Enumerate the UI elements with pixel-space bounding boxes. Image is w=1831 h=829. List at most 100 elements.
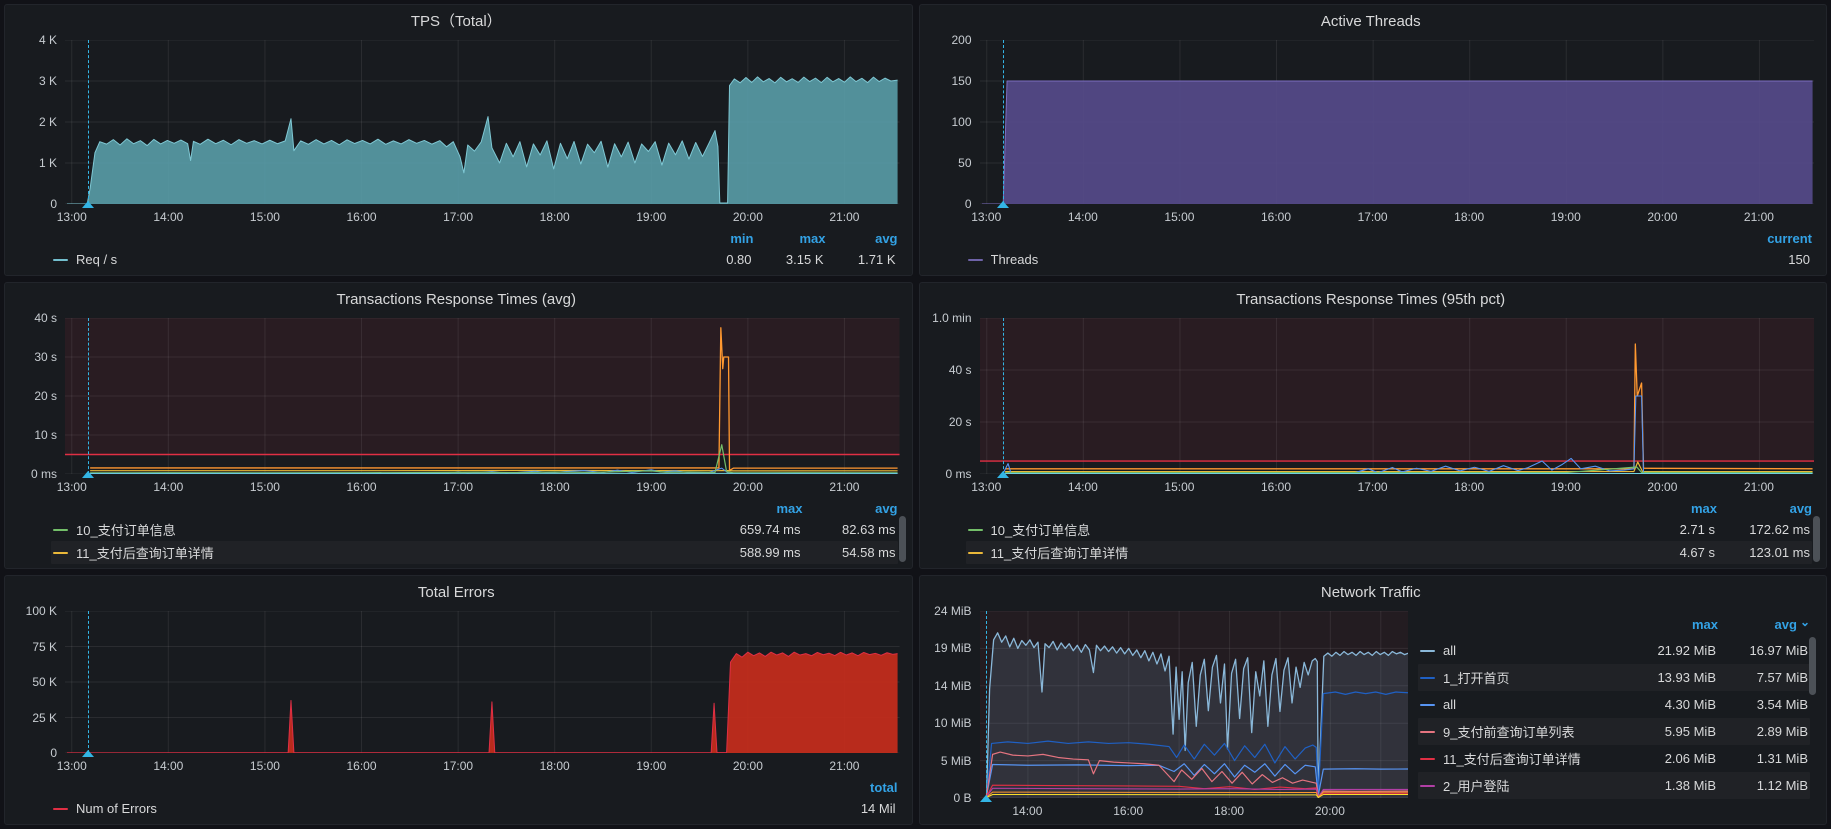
legend-series-label[interactable]: 10_支付订单信息 (76, 520, 176, 539)
x-axis: 13:0014:0015:0016:0017:0018:0019:0020:00… (65, 204, 900, 228)
chart-plot[interactable] (65, 611, 900, 753)
legend-column-title: avg (1775, 617, 1797, 632)
legend-series-label[interactable]: 11_支付后查询订单详情 (1443, 749, 1581, 768)
y-axis-label: 40 s (34, 311, 57, 325)
panel-rt-avg: Transactions Response Times (avg)0 ms10 … (4, 282, 913, 569)
series-color-dash (53, 552, 68, 554)
y-axis-label: 75 K (32, 640, 57, 654)
x-axis-label: 16:00 (347, 759, 377, 773)
x-axis-label: 21:00 (1744, 210, 1774, 224)
legend-series-label[interactable]: 11_支付后查询订单详情 (991, 543, 1129, 562)
chart-svg[interactable] (65, 40, 900, 204)
chart-plot[interactable] (980, 40, 1815, 204)
legend-column-header-total[interactable]: total (826, 780, 898, 795)
y-axis-label: 2 K (39, 115, 57, 129)
panel-content: 0 ms20 s40 s1.0 min13:0014:0015:0016:001… (928, 312, 1815, 566)
legend-row: all4.30 MiB3.54 MiB (1418, 691, 1810, 718)
chart-svg[interactable] (980, 40, 1815, 204)
chart-plot[interactable] (980, 611, 1409, 798)
legend-header: total (51, 777, 898, 797)
chart-svg[interactable] (65, 611, 900, 753)
chart-svg[interactable] (980, 611, 1409, 798)
legend: maxavg10_支付订单信息659.74 ms82.63 ms11_支付后查询… (13, 498, 900, 566)
chart-svg[interactable] (65, 318, 900, 474)
legend-column-title: avg (875, 231, 897, 246)
legend-series-label[interactable]: all (1443, 697, 1456, 712)
panel-content: 025 K50 K75 K100 K13:0014:0015:0016:0017… (13, 605, 900, 822)
panel-title[interactable]: Transactions Response Times (95th pct) (928, 288, 1815, 312)
y-axis: 050100150200 (928, 40, 980, 204)
legend-column-header-max[interactable]: max (754, 231, 826, 246)
legend-column-header-avg[interactable]: avg (803, 501, 898, 516)
legend-column-header-avg[interactable]: avg (1718, 617, 1810, 632)
x-axis: 13:0014:0015:0016:0017:0018:0019:0020:00… (65, 753, 900, 777)
legend-series-label[interactable]: 1_打开首页 (1443, 668, 1509, 687)
legend-column-header-max[interactable]: max (708, 501, 803, 516)
series-color-dash (1420, 758, 1435, 760)
legend-series-label[interactable]: Threads (991, 252, 1039, 267)
chart-area: 05010015020013:0014:0015:0016:0017:0018:… (928, 34, 1815, 228)
x-axis-label: 20:00 (733, 480, 763, 494)
chart-plot[interactable] (65, 40, 900, 204)
chart-area: 025 K50 K75 K100 K13:0014:0015:0016:0017… (13, 605, 900, 777)
panel-title[interactable]: Network Traffic (928, 581, 1815, 605)
x-axis-label: 16:00 (347, 480, 377, 494)
chart-plot[interactable] (980, 318, 1815, 474)
panel-title[interactable]: Total Errors (13, 581, 900, 605)
chart-body: 050100150200 (928, 40, 1815, 204)
series-color-dash (1420, 677, 1435, 679)
legend-column-header-current[interactable]: current (1740, 231, 1812, 246)
legend-column-header-avg[interactable]: avg (1717, 501, 1812, 516)
x-axis-label: 14:00 (153, 480, 183, 494)
panel-active-threads: Active Threads05010015020013:0014:0015:0… (919, 4, 1828, 276)
legend-value: 16.97 MiB (1716, 643, 1808, 658)
legend-value: 7.57 MiB (1716, 670, 1808, 685)
legend-column-header-max[interactable]: max (1622, 501, 1717, 516)
panel-title[interactable]: Active Threads (928, 10, 1815, 34)
legend-series-label[interactable]: Req / s (76, 252, 117, 267)
legend-row: Req / s0.803.15 K1.71 K (51, 248, 898, 271)
legend-value: 2.71 s (1620, 522, 1715, 537)
x-axis-label: 16:00 (1261, 480, 1291, 494)
y-axis: 01 K2 K3 K4 K (13, 40, 65, 204)
panel-title[interactable]: TPS（Total） (13, 10, 900, 34)
legend-scrollbar[interactable] (899, 516, 906, 562)
legend-column-title: max (799, 231, 825, 246)
x-axis-label: 13:00 (57, 759, 87, 773)
legend-value: 150 (1738, 252, 1810, 267)
x-axis-label: 17:00 (1358, 210, 1388, 224)
x-axis-label: 18:00 (1454, 480, 1484, 494)
chart-plot[interactable] (65, 318, 900, 474)
y-axis-label: 0 (50, 197, 57, 211)
legend-scrollbar[interactable] (1809, 637, 1816, 695)
legend-series-label[interactable]: Num of Errors (76, 801, 157, 816)
panel-title[interactable]: Transactions Response Times (avg) (13, 288, 900, 312)
x-axis-label: 13:00 (57, 480, 87, 494)
legend-series-label[interactable]: 9_支付前查询订单列表 (1443, 722, 1574, 741)
chart-area: 0 ms20 s40 s1.0 min13:0014:0015:0016:001… (928, 312, 1815, 498)
legend-value: 13.93 MiB (1624, 670, 1716, 685)
legend-column-header-avg[interactable]: avg (826, 231, 898, 246)
legend-series-label[interactable]: 11_支付后查询订单详情 (76, 543, 214, 562)
legend-column-title: avg (875, 501, 897, 516)
x-axis-label: 19:00 (636, 759, 666, 773)
legend-row: 11_支付后查询订单详情2.06 MiB1.31 MiB (1418, 745, 1810, 772)
legend-row: 11_支付后查询订单详情4.67 s123.01 ms (966, 541, 1813, 564)
chart-svg[interactable] (980, 318, 1815, 474)
legend: totalNum of Errors14 Mil (13, 777, 900, 822)
y-axis-label: 24 MiB (934, 604, 971, 618)
legend-value: 0.80 (680, 252, 752, 267)
legend-series-label[interactable]: 10_支付订单信息 (991, 520, 1091, 539)
y-axis-label: 0 ms (945, 467, 971, 481)
legend-column-header-max[interactable]: max (1626, 617, 1718, 632)
legend-series-label[interactable]: all (1443, 643, 1456, 658)
legend-series-label[interactable]: 2_用户登陆 (1443, 776, 1509, 795)
legend-row: 10_支付订单信息2.71 s172.62 ms (966, 518, 1813, 541)
legend-column-title: max (1691, 501, 1717, 516)
chart-body: 01 K2 K3 K4 K (13, 40, 900, 204)
legend-column-header-min[interactable]: min (682, 231, 754, 246)
legend-scrollbar[interactable] (1813, 516, 1820, 562)
x-axis-label: 15:00 (1164, 480, 1194, 494)
x-axis-label: 13:00 (971, 480, 1001, 494)
panel-total-errors: Total Errors025 K50 K75 K100 K13:0014:00… (4, 575, 913, 825)
